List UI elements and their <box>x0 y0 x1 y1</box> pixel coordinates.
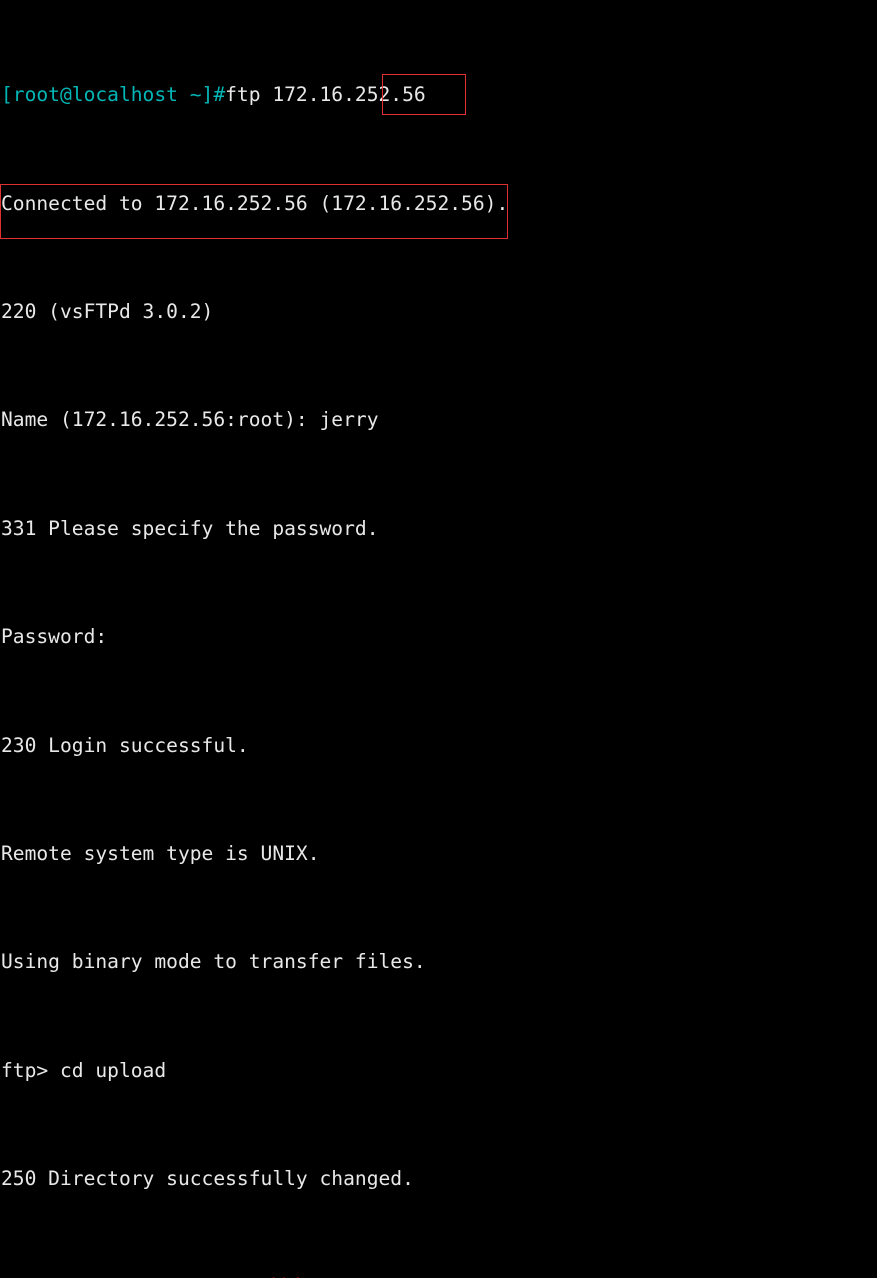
line-text: Connected to 172.16.252.56 (172.16.252.5… <box>1 191 509 215</box>
line-text: ftp> mkdir issue <box>1 1275 213 1278</box>
line-text: 250 Directory successfully changed. <box>1 1167 414 1191</box>
username-input-value: jerry <box>319 408 379 432</box>
annotation-comment-mkdir: #可以创建目录 <box>213 1276 343 1278</box>
terminal-line: 230 Login successful. <box>0 732 877 759</box>
terminal-line: ftp> cd upload <box>0 1057 877 1084</box>
terminal-line: Connected to 172.16.252.56 (172.16.252.5… <box>0 190 877 217</box>
terminal-line-name-prompt: Name (172.16.252.56:root): jerry <box>0 406 877 433</box>
terminal-line: 220 (vsFTPd 3.0.2) <box>0 298 877 325</box>
terminal-line: Password: <box>0 623 877 650</box>
line-text: Password: <box>1 625 108 649</box>
line-text: 220 (vsFTPd 3.0.2) <box>1 300 214 324</box>
line-text: 230 Login successful. <box>1 733 249 757</box>
line-text: ftp> cd upload <box>1 1058 167 1082</box>
line-text: Using binary mode to transfer files. <box>1 950 426 974</box>
terminal-line: 331 Please specify the password. <box>0 515 877 542</box>
terminal-window[interactable]: [root@localhost ~]#ftp 172.16.252.56 Con… <box>0 0 877 1278</box>
terminal-line: Remote system type is UNIX. <box>0 840 877 867</box>
terminal-line: ftp> mkdir issue #可以创建目录 <box>0 1273 877 1278</box>
terminal-line: Using binary mode to transfer files. <box>0 948 877 975</box>
line-text: Name (172.16.252.56:root): <box>1 408 320 432</box>
terminal-line: 250 Directory successfully changed. <box>0 1165 877 1192</box>
shell-prompt: [root@localhost ~]# <box>1 83 226 107</box>
line-text: Remote system type is UNIX. <box>1 841 320 865</box>
terminal-line: [root@localhost ~]#ftp 172.16.252.56 <box>0 81 877 108</box>
line-text: 331 Please specify the password. <box>1 516 379 540</box>
shell-command: ftp 172.16.252.56 <box>225 83 426 107</box>
